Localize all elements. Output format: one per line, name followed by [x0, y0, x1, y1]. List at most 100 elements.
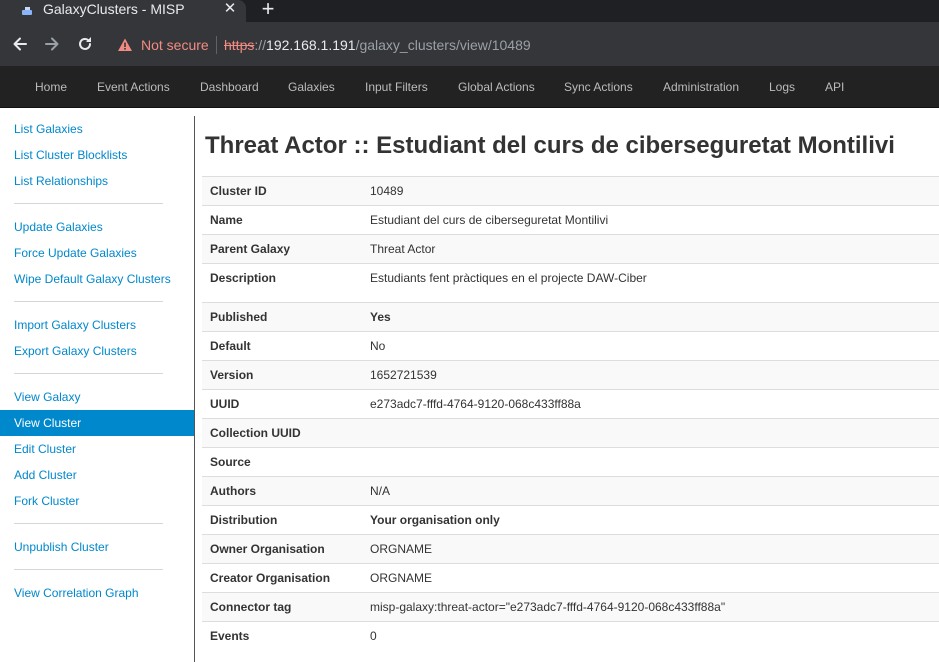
source-value: [362, 447, 939, 477]
sidebar-divider: [14, 569, 163, 570]
authors-value: N/A: [362, 476, 939, 506]
sidebar-item-list-relationships[interactable]: List Relationships: [0, 168, 194, 194]
close-tab-icon[interactable]: ✕: [222, 1, 238, 19]
uuid-value: e273adc7-fffd-4764-9120-068c433ff88a: [362, 389, 939, 419]
sidebar-item-add-cluster[interactable]: Add Cluster: [0, 462, 194, 488]
row-key: Collection UUID: [202, 418, 362, 448]
back-arrow-icon[interactable]: [10, 34, 30, 54]
url-host: 192.168.1.191: [266, 37, 356, 53]
row-key: Distribution: [202, 505, 362, 535]
table-row: Parent Galaxy Threat Actor: [202, 234, 939, 264]
sidebar-item-fork-cluster[interactable]: Fork Cluster: [0, 488, 194, 514]
sidebar-item-view-correlation-graph[interactable]: View Correlation Graph: [0, 580, 194, 606]
url-path: /galaxy_clusters/view/10489: [355, 37, 531, 53]
cluster-details-table: Cluster ID 10489 Name Estudiant del curs d…: [202, 176, 939, 651]
table-row: Collection UUID: [202, 418, 939, 448]
sidebar-item-wipe-default-clusters[interactable]: Wipe Default Galaxy Clusters: [0, 266, 194, 292]
table-row: Published Yes: [202, 302, 939, 332]
table-row: Authors N/A: [202, 476, 939, 506]
table-row: Description Estudiants fent pràctiques en…: [202, 263, 939, 303]
row-key: UUID: [202, 389, 362, 419]
distribution-value: Your organisation only: [362, 505, 939, 535]
nav-input-filters[interactable]: Input Filters: [365, 66, 428, 108]
nav-home[interactable]: Home: [35, 66, 67, 108]
sidebar-divider: [14, 203, 163, 204]
owner-org-link[interactable]: ORGNAME: [362, 534, 939, 564]
sidebar-item-export-clusters[interactable]: Export Galaxy Clusters: [0, 338, 194, 364]
nav-galaxies[interactable]: Galaxies: [288, 66, 335, 108]
version-value: 1652721539: [362, 360, 939, 390]
tab-title: GalaxyClusters - MISP: [43, 1, 185, 17]
sidebar-item-import-clusters[interactable]: Import Galaxy Clusters: [0, 312, 194, 338]
url-bar[interactable]: https://192.168.1.191/galaxy_clusters/vi…: [224, 37, 531, 53]
new-tab-button[interactable]: +: [258, 0, 278, 20]
row-key: Cluster ID: [202, 176, 362, 206]
table-row: Source: [202, 447, 939, 477]
table-row: Version 1652721539: [202, 360, 939, 390]
table-row: Creator Organisation ORGNAME: [202, 563, 939, 593]
table-row: Events 0: [202, 621, 939, 651]
reload-icon[interactable]: [75, 34, 95, 54]
nav-sync-actions[interactable]: Sync Actions: [564, 66, 633, 108]
description-value: Estudiants fent pràctiques en el project…: [362, 263, 939, 303]
sidebar-item-view-galaxy[interactable]: View Galaxy: [0, 384, 194, 410]
nav-global-actions[interactable]: Global Actions: [458, 66, 535, 108]
row-key: Name: [202, 205, 362, 235]
browser-tab-strip: GalaxyClusters - MISP ✕ +: [0, 0, 939, 22]
forward-arrow-icon[interactable]: [42, 34, 62, 54]
sidebar-border: [194, 116, 195, 662]
creator-org-link[interactable]: ORGNAME: [362, 563, 939, 593]
main-navbar: Home Event Actions Dashboard Galaxies In…: [0, 66, 939, 108]
table-row: UUID e273adc7-fffd-4764-9120-068c433ff88a: [202, 389, 939, 419]
table-row: Distribution Your organisation only: [202, 505, 939, 535]
omnibox-divider: [216, 36, 217, 54]
sidebar-item-unpublish-cluster[interactable]: Unpublish Cluster: [0, 534, 194, 560]
side-menu: List Galaxies List Cluster Blocklists Li…: [0, 108, 194, 662]
sidebar-divider: [14, 301, 163, 302]
sidebar-divider: [14, 523, 163, 524]
sidebar-item-force-update-galaxies[interactable]: Force Update Galaxies: [0, 240, 194, 266]
row-key: Parent Galaxy: [202, 234, 362, 264]
table-row: Cluster ID 10489: [202, 176, 939, 206]
sidebar-item-update-galaxies[interactable]: Update Galaxies: [0, 214, 194, 240]
sidebar-item-view-cluster[interactable]: View Cluster: [0, 410, 194, 436]
connector-tag-value: misp-galaxy:threat-actor="e273adc7-fffd-…: [362, 592, 939, 622]
url-scheme: https: [224, 37, 255, 53]
table-row: Owner Organisation ORGNAME: [202, 534, 939, 564]
name-value: Estudiant del curs de ciberseguretat Mon…: [362, 205, 939, 235]
nav-logs[interactable]: Logs: [769, 66, 795, 108]
row-key: Source: [202, 447, 362, 477]
nav-api[interactable]: API: [825, 66, 844, 108]
sidebar-divider: [14, 373, 163, 374]
collection-uuid-value: [362, 418, 939, 448]
row-key: Default: [202, 331, 362, 361]
default-value: No: [362, 331, 939, 361]
cluster-id-value: 10489: [362, 176, 939, 206]
browser-tab[interactable]: GalaxyClusters - MISP ✕: [0, 0, 246, 22]
nav-event-actions[interactable]: Event Actions: [97, 66, 170, 108]
table-row: Name Estudiant del curs de ciberseguretat…: [202, 205, 939, 235]
row-key: Events: [202, 621, 362, 651]
sidebar-item-edit-cluster[interactable]: Edit Cluster: [0, 436, 194, 462]
misp-favicon-icon: [20, 4, 34, 18]
sidebar-item-list-cluster-blocklists[interactable]: List Cluster Blocklists: [0, 142, 194, 168]
row-key: Owner Organisation: [202, 534, 362, 564]
not-secure-label[interactable]: Not secure: [141, 37, 209, 53]
row-key: Creator Organisation: [202, 563, 362, 593]
page-title: Threat Actor :: Estudiant del curs de ci…: [205, 132, 895, 159]
warning-triangle-icon[interactable]: [117, 37, 133, 53]
sidebar-item-list-galaxies[interactable]: List Galaxies: [0, 116, 194, 142]
url-separator: ://: [254, 37, 267, 53]
parent-galaxy-value: Threat Actor: [362, 234, 939, 264]
row-key: Published: [202, 302, 362, 332]
row-key: Version: [202, 360, 362, 390]
row-key: Connector tag: [202, 592, 362, 622]
nav-administration[interactable]: Administration: [663, 66, 739, 108]
row-key: Authors: [202, 476, 362, 506]
table-row: Default No: [202, 331, 939, 361]
table-row: Connector tag misp-galaxy:threat-actor="e…: [202, 592, 939, 622]
published-value: Yes: [362, 302, 939, 332]
nav-dashboard[interactable]: Dashboard: [200, 66, 259, 108]
events-value: 0: [362, 621, 939, 651]
row-key: Description: [202, 263, 362, 303]
